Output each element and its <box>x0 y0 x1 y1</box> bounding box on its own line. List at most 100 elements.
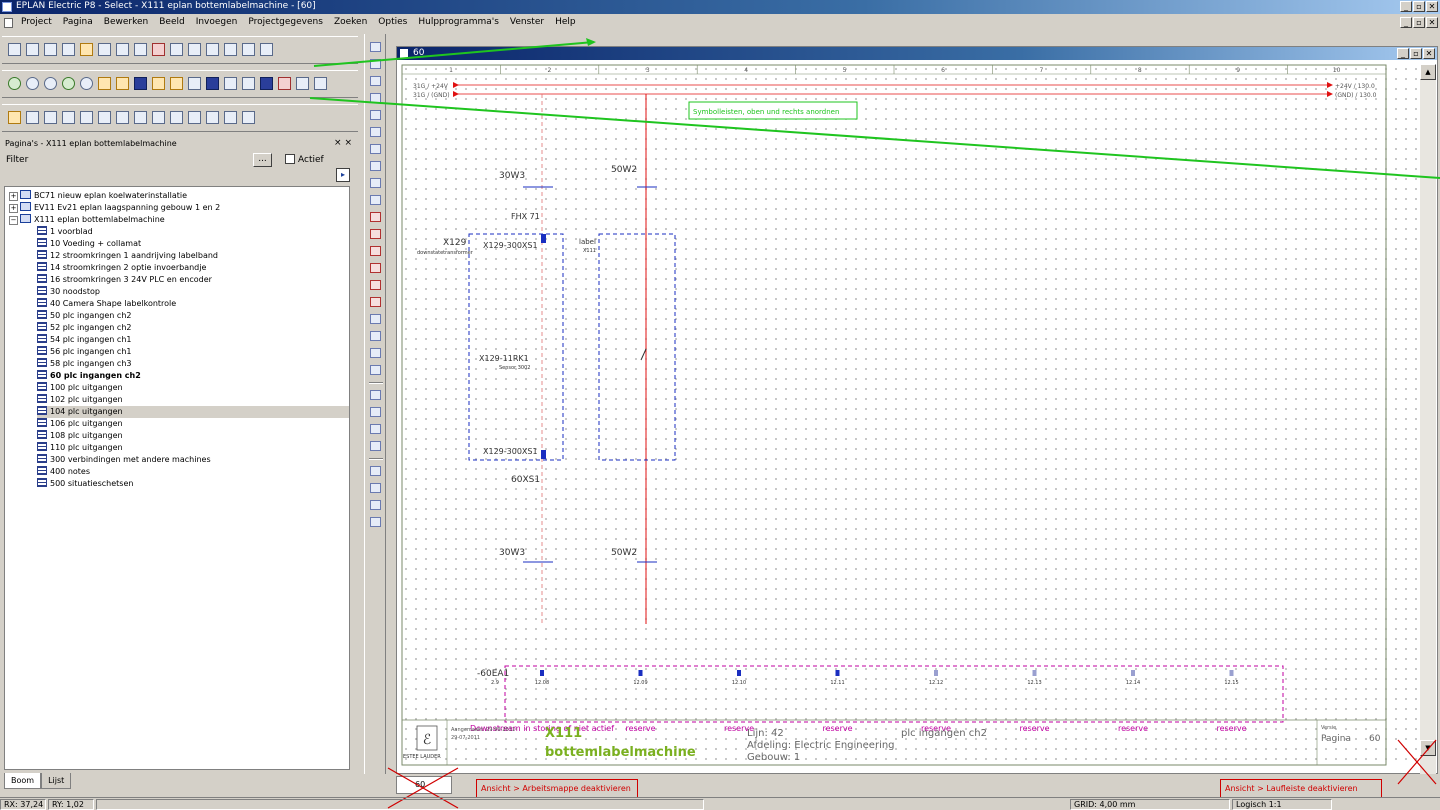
menu-project[interactable]: Project <box>20 17 53 27</box>
active-checkbox[interactable] <box>285 154 295 164</box>
document-icon[interactable] <box>4 18 13 28</box>
macro-icon[interactable] <box>26 111 39 124</box>
menu-hulpprogrammas[interactable]: Hulpprogramma's <box>417 17 500 27</box>
tree-page-item[interactable]: 400 notes <box>37 466 90 478</box>
find-icon[interactable] <box>296 77 309 90</box>
snap-icon[interactable] <box>116 77 129 90</box>
check-icon[interactable] <box>242 111 255 124</box>
tree-page-item[interactable]: 500 situatieschetsen <box>37 478 133 490</box>
tree-page-item[interactable]: 12 stroomkringen 1 aandrijving labelband <box>37 250 218 262</box>
tree-page-item[interactable]: 108 plc uitgangen <box>37 430 123 442</box>
potential-icon[interactable] <box>170 111 183 124</box>
dim-angle-icon[interactable] <box>370 297 381 307</box>
snap-object-icon[interactable] <box>224 77 237 90</box>
menu-bewerken[interactable]: Bewerken <box>103 17 149 27</box>
tree-page-item[interactable]: 16 stroomkringen 3 24V PLC en encoder <box>37 274 212 286</box>
binoculars-icon[interactable] <box>314 77 327 90</box>
open-project-icon[interactable] <box>26 43 39 56</box>
interrupt-icon[interactable] <box>152 111 165 124</box>
polygon-tool-icon[interactable] <box>370 76 381 86</box>
tree-page-item[interactable]: 1 voorblad <box>37 226 93 238</box>
menu-projectgegevens[interactable]: Projectgegevens <box>247 17 324 27</box>
tab-boom[interactable]: Boom <box>4 773 42 789</box>
tree-page-item[interactable]: 56 plc ingangen ch1 <box>37 346 131 358</box>
tree-toggle-button[interactable]: ▸ <box>336 168 350 182</box>
vertical-scrollbar[interactable]: ▲ ▼ <box>1420 64 1436 774</box>
report-icon[interactable] <box>224 111 237 124</box>
tree-page-item[interactable]: 40 Camera Shape labelkontrole <box>37 298 176 310</box>
tree-page-item[interactable]: 110 plc uitgangen <box>37 442 123 454</box>
fillet-icon[interactable] <box>370 407 381 417</box>
undo-icon[interactable] <box>170 43 183 56</box>
zoom-in-icon[interactable] <box>44 77 57 90</box>
minimize-button[interactable]: _ <box>1400 1 1412 12</box>
tree-project[interactable]: + EV11 Ev21 eplan laagspanning gebouw 1 e… <box>9 202 220 214</box>
terminal-icon[interactable] <box>44 111 57 124</box>
dim-aligned-icon[interactable] <box>370 280 381 290</box>
doc-restore-button[interactable]: ▫ <box>1413 17 1425 28</box>
doc-minimize-button[interactable]: _ <box>1400 17 1412 28</box>
tree-project[interactable]: − X111 eplan bottemlabelmachine <box>9 214 165 226</box>
dimension-icon[interactable] <box>370 263 381 273</box>
expand-icon[interactable]: + <box>9 192 18 201</box>
trim-icon[interactable] <box>370 365 381 375</box>
tree-page-item[interactable]: 54 plc ingangen ch1 <box>37 334 131 346</box>
menu-venster[interactable]: Venster <box>509 17 545 27</box>
grid-b-icon[interactable] <box>152 77 165 90</box>
tree-page-item[interactable]: 58 plc ingangen ch3 <box>37 358 131 370</box>
cable-icon[interactable] <box>80 111 93 124</box>
symbol-icon[interactable] <box>260 77 273 90</box>
grid-c-icon[interactable] <box>170 77 183 90</box>
tree-page-item[interactable]: 60 plc ingangen ch2 <box>37 370 141 382</box>
grid-icon[interactable] <box>98 77 111 90</box>
doc-close-button[interactable]: ✕ <box>1426 17 1438 28</box>
tree-page-item[interactable]: 104 plc uitgangen <box>37 406 349 418</box>
mdi-minimize-button[interactable]: _ <box>1397 48 1409 59</box>
tree-page-item[interactable]: 50 plc ingangen ch2 <box>37 310 131 322</box>
document-tab-60[interactable]: 60 <box>396 776 452 794</box>
zoom-out-icon[interactable] <box>26 77 39 90</box>
scroll-down-arrow[interactable]: ▼ <box>1420 740 1436 756</box>
delete-icon[interactable] <box>152 43 165 56</box>
plug-icon[interactable] <box>62 111 75 124</box>
page-tree[interactable]: + BC71 nieuw eplan koelwaterinstallatie + E… <box>4 186 350 770</box>
rectangle-tool-icon[interactable] <box>370 93 381 103</box>
scroll-up-arrow[interactable]: ▲ <box>1420 64 1436 80</box>
paste-icon[interactable] <box>134 43 147 56</box>
menu-zoeken[interactable]: Zoeken <box>333 17 368 27</box>
tree-page-item[interactable]: 52 plc ingangen ch2 <box>37 322 131 334</box>
tree-page-item[interactable]: 106 plc uitgangen <box>37 418 123 430</box>
menu-invoegen[interactable]: Invoegen <box>195 17 239 27</box>
new-project-icon[interactable] <box>8 43 21 56</box>
tree-page-item[interactable]: 14 stroomkringen 2 optie invoerbandje <box>37 262 206 274</box>
mirror-icon[interactable] <box>370 441 381 451</box>
circle-tool-icon[interactable] <box>370 110 381 120</box>
print-icon[interactable] <box>242 43 255 56</box>
filter-button[interactable]: ... <box>253 153 272 167</box>
grid-a-icon[interactable] <box>134 77 147 90</box>
polyline-tool-icon[interactable] <box>370 59 381 69</box>
page-icon[interactable] <box>62 43 75 56</box>
tree-page-item[interactable]: 30 noodstop <box>37 286 100 298</box>
expand-icon[interactable]: + <box>9 204 18 213</box>
select-icon[interactable] <box>370 500 381 510</box>
maximize-button[interactable]: ▫ <box>1413 1 1425 12</box>
undo-list-icon[interactable] <box>206 43 219 56</box>
close-button[interactable]: ✕ <box>1426 1 1438 12</box>
group-icon[interactable] <box>370 483 381 493</box>
line-icon[interactable] <box>206 111 219 124</box>
stretch-icon[interactable] <box>370 390 381 400</box>
graphics-icon[interactable] <box>278 77 291 90</box>
previous-page-icon[interactable] <box>80 77 93 90</box>
monitor-icon[interactable] <box>260 43 273 56</box>
properties-icon[interactable] <box>80 43 93 56</box>
tree-page-item[interactable]: 10 Voeding + collamat <box>37 238 141 250</box>
hyperlink-icon[interactable] <box>370 246 381 256</box>
bus-icon[interactable] <box>116 111 129 124</box>
cut-icon[interactable] <box>98 43 111 56</box>
insert-page-icon[interactable] <box>8 111 21 124</box>
mdi-close-button[interactable]: ✕ <box>1423 48 1435 59</box>
spline-tool-icon[interactable] <box>370 195 381 205</box>
dim-base-icon[interactable] <box>370 348 381 358</box>
close-project-icon[interactable] <box>44 43 57 56</box>
